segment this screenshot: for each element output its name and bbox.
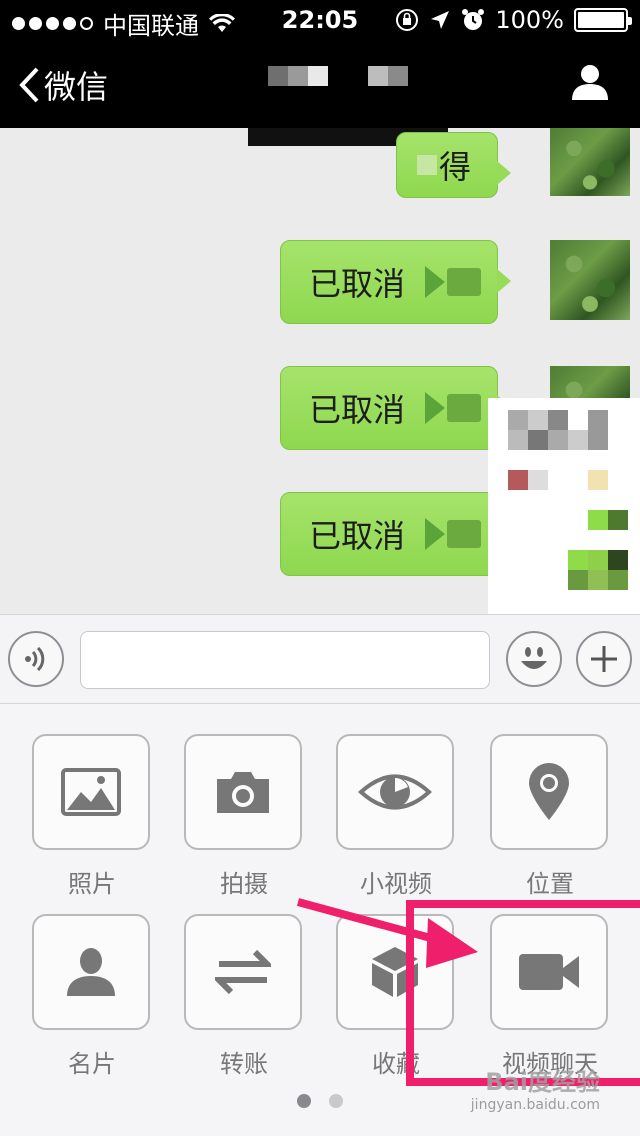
input-bar [0, 614, 640, 704]
tool-contact-card-box[interactable] [32, 914, 150, 1030]
eye-icon [358, 774, 432, 810]
chat-title-masked [268, 66, 408, 86]
emoji-button[interactable] [506, 631, 562, 687]
back-button[interactable]: 微信 [18, 62, 108, 108]
tool-contact-card[interactable]: 名片 [32, 914, 152, 1079]
video-call-icon [425, 392, 482, 424]
watermark-brand: Bai度经验 [485, 1068, 600, 1096]
photo-icon [61, 768, 121, 816]
message-input[interactable] [80, 631, 490, 689]
tool-label: 小视频 [360, 870, 432, 898]
tool-favorites-box[interactable] [336, 914, 454, 1030]
tool-label: 拍摄 [220, 870, 268, 898]
plus-icon [591, 646, 617, 672]
tool-camera[interactable]: 拍摄 [184, 734, 304, 899]
message-bubble[interactable]: 得 [396, 132, 511, 198]
tool-short-video-box[interactable] [336, 734, 454, 850]
video-call-icon [425, 518, 482, 550]
profile-button[interactable] [570, 62, 610, 106]
alarm-icon [462, 9, 485, 30]
tool-label: 收藏 [372, 1050, 420, 1078]
message-bubble[interactable]: 已取消 [280, 492, 511, 576]
watermark-url: jingyan.baidu.com [470, 1097, 600, 1113]
tool-transfer-box[interactable] [184, 914, 302, 1030]
message-bubble[interactable]: 已取消 [280, 240, 511, 324]
location-arrow-icon [431, 11, 450, 29]
tool-label: 名片 [68, 1050, 116, 1078]
page-dot[interactable] [329, 1094, 343, 1108]
tool-transfer[interactable]: 转账 [184, 914, 304, 1079]
favorites-icon [372, 947, 418, 997]
more-button[interactable] [576, 631, 632, 687]
tool-camera-box[interactable] [184, 734, 302, 850]
watermark: Bai度经验 jingyan.baidu.com [440, 1062, 600, 1113]
masked-region [488, 398, 640, 614]
tool-favorites[interactable]: 收藏 [336, 914, 456, 1079]
page-dot[interactable] [297, 1094, 311, 1108]
navigation-bar: 微信 [0, 40, 640, 128]
voice-icon [25, 646, 45, 672]
tool-label: 转账 [220, 1050, 268, 1078]
transfer-icon [215, 950, 271, 994]
tool-short-video[interactable]: 小视频 [336, 734, 456, 899]
avatar[interactable] [550, 240, 630, 320]
message-text: 得 [439, 148, 472, 186]
tool-location[interactable]: 位置 [490, 734, 610, 899]
status-bar: 中国联通 22:05 100% [0, 0, 640, 40]
tool-video-chat-box[interactable] [490, 914, 608, 1030]
person-icon [572, 65, 608, 100]
tool-photo[interactable]: 照片 [32, 734, 152, 899]
video-call-icon [425, 266, 482, 298]
message-text: 已取消 [309, 265, 406, 303]
tool-label: 照片 [68, 870, 116, 898]
avatar[interactable] [550, 128, 630, 196]
battery-icon [574, 8, 632, 32]
tool-video-chat[interactable]: 视频聊天 [490, 914, 610, 1079]
message-text: 已取消 [309, 391, 406, 429]
emoji-icon [521, 647, 547, 669]
message-text: 已取消 [309, 517, 406, 555]
rotation-lock-icon [396, 9, 419, 31]
tool-photo-box[interactable] [32, 734, 150, 850]
video-chat-icon [519, 954, 579, 990]
chevron-left-icon [19, 67, 39, 103]
message-bubble[interactable]: 已取消 [280, 366, 511, 450]
voice-button[interactable] [8, 631, 64, 687]
back-label: 微信 [44, 68, 109, 106]
tool-label: 位置 [526, 870, 574, 898]
location-icon [529, 763, 569, 820]
tool-location-box[interactable] [490, 734, 608, 850]
contact-card-icon [67, 948, 115, 996]
battery-percent: 100% [495, 6, 564, 34]
camera-icon [217, 772, 269, 813]
